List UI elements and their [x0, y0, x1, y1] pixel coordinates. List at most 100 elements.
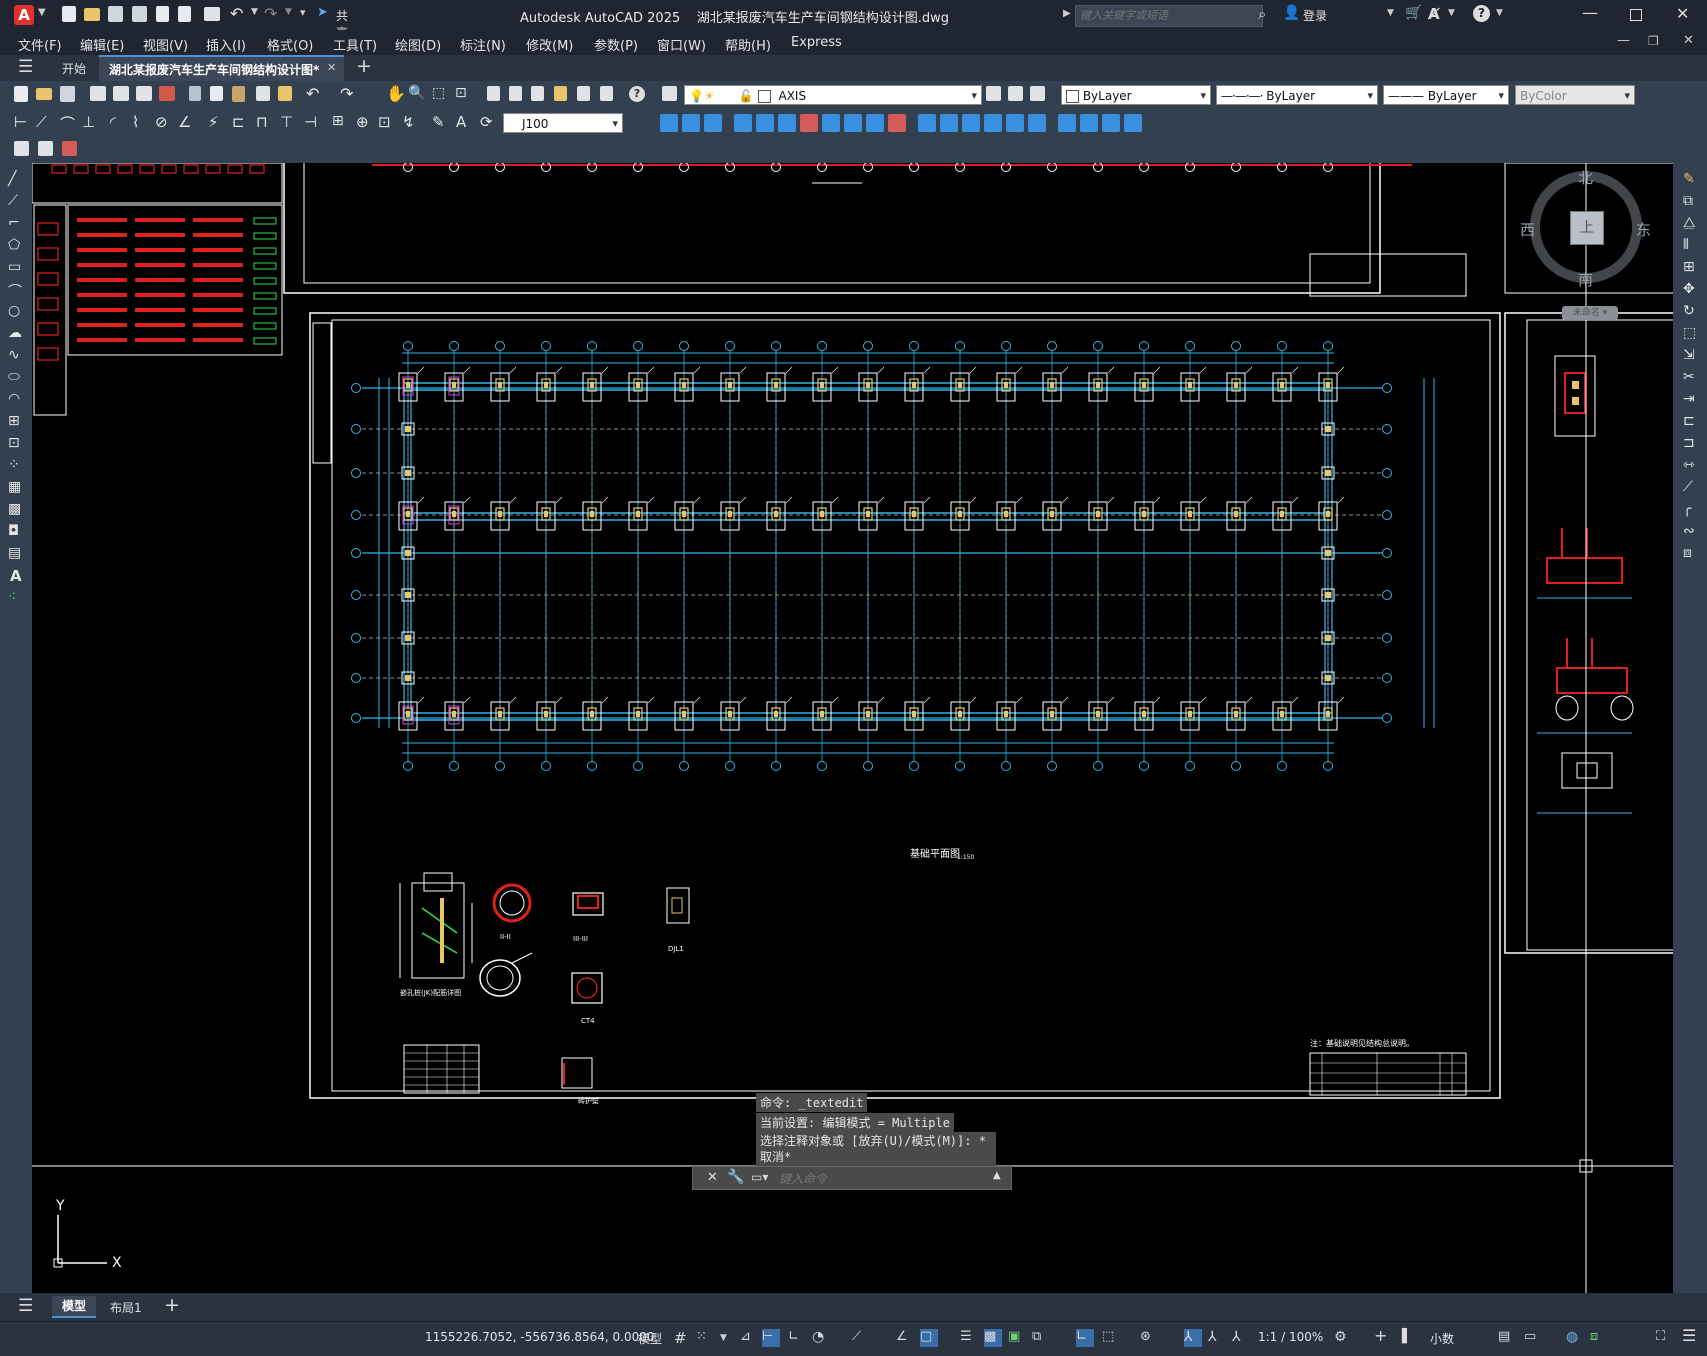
- copy-object-icon[interactable]: ⧉: [1683, 193, 1693, 209]
- help-icon[interactable]: ?: [1473, 5, 1490, 22]
- markup-icon[interactable]: [577, 86, 590, 101]
- customization-icon[interactable]: ☰: [1682, 1326, 1700, 1345]
- intersect-icon[interactable]: [1028, 114, 1046, 132]
- hardware-acceleration-icon[interactable]: ⧈: [1590, 1329, 1608, 1347]
- tab-document[interactable]: 湖北某报废汽车生产车间钢结构设计图* ✕: [99, 55, 344, 81]
- external-refs-icon[interactable]: [62, 141, 77, 156]
- plot-icon[interactable]: [90, 86, 106, 101]
- gradient-icon[interactable]: ▩: [8, 501, 21, 517]
- join-icon[interactable]: ⇿: [1683, 457, 1695, 473]
- tab-close-icon[interactable]: ✕: [327, 61, 336, 74]
- print-icon[interactable]: [204, 7, 220, 21]
- menu-draw[interactable]: 绘图(D): [395, 35, 441, 54]
- search-icon[interactable]: ⌕: [1258, 5, 1266, 23]
- ellipse-icon[interactable]: ⬭: [8, 369, 20, 385]
- properties-icon[interactable]: [487, 86, 500, 101]
- revision-cloud-icon[interactable]: ☁: [8, 325, 22, 341]
- dim-break-icon[interactable]: ⊣: [304, 113, 317, 131]
- redo-toolbar-icon[interactable]: ↷: [340, 84, 353, 103]
- help-toolbar-icon[interactable]: ?: [629, 86, 645, 102]
- object-snap-icon[interactable]: ▢: [920, 1329, 938, 1347]
- annotation-scale-icon[interactable]: ⅄: [1232, 1329, 1250, 1347]
- box-icon[interactable]: [660, 114, 678, 132]
- layer-properties-icon[interactable]: [662, 86, 677, 101]
- 3d-osnap-icon[interactable]: ⧉: [1032, 1329, 1050, 1347]
- sheet-set-icon[interactable]: [554, 86, 567, 101]
- ucs-dynamic-icon[interactable]: ∟: [1076, 1329, 1094, 1347]
- plot-preview-toolbar-icon[interactable]: [113, 86, 129, 101]
- cylinder-icon[interactable]: [756, 114, 774, 132]
- tab-layout1[interactable]: 布局1: [110, 1299, 142, 1316]
- region-icon[interactable]: ◘: [8, 523, 19, 539]
- inspection-icon[interactable]: ⊡: [378, 113, 391, 131]
- menu-view[interactable]: 视图(V): [143, 35, 188, 54]
- new-tab-icon[interactable]: +: [356, 55, 372, 77]
- make-block-icon[interactable]: ⊡: [8, 435, 20, 451]
- plot-preview-icon[interactable]: [178, 6, 191, 22]
- trim-icon[interactable]: ✂: [1683, 369, 1695, 385]
- save-as-icon[interactable]: [132, 6, 147, 22]
- menu-parametric[interactable]: 参数(P): [594, 35, 638, 54]
- gizmo-icon[interactable]: ⊛: [1140, 1329, 1158, 1347]
- 3d-rotate-icon[interactable]: [1080, 114, 1098, 132]
- loft-icon[interactable]: [962, 114, 980, 132]
- make-current-layer-icon[interactable]: [986, 86, 1001, 101]
- dim-edit-icon[interactable]: ✎: [432, 113, 445, 131]
- calculator-icon[interactable]: [600, 86, 613, 101]
- layer-previous-icon[interactable]: [1008, 86, 1023, 101]
- ortho-icon[interactable]: ∟: [788, 1329, 806, 1347]
- plotstyle-dropdown[interactable]: ByColor: [1515, 85, 1635, 106]
- sphere-icon[interactable]: [734, 114, 752, 132]
- tool-palettes-icon[interactable]: [531, 86, 544, 101]
- doc-close-icon[interactable]: ✕: [1683, 33, 1694, 48]
- torus-icon[interactable]: [778, 114, 796, 132]
- lineweight-dropdown[interactable]: ——— ByLayer: [1383, 85, 1509, 106]
- autodesk-a360-icon[interactable]: Ⱥ: [1428, 5, 1440, 23]
- tab-start[interactable]: 开始: [62, 60, 86, 77]
- subtract-icon[interactable]: [1006, 114, 1024, 132]
- chevron-right-icon[interactable]: ▶: [1063, 8, 1071, 19]
- undo-toolbar-icon[interactable]: ↶: [306, 84, 319, 103]
- chevron-down-icon[interactable]: ▼: [38, 7, 46, 18]
- mirror-icon[interactable]: ⧋: [1683, 215, 1696, 231]
- snap-icon[interactable]: ⁙: [696, 1329, 714, 1347]
- zoom-realtime-icon[interactable]: 🔍: [408, 85, 425, 101]
- fillet-icon[interactable]: ╭: [1683, 501, 1691, 517]
- match-properties-icon[interactable]: [256, 86, 270, 101]
- dim-space-icon[interactable]: ⊤: [280, 113, 293, 131]
- add-layout-icon[interactable]: +: [164, 1294, 180, 1316]
- snap-dropdown-icon[interactable]: ▼: [720, 1333, 738, 1351]
- presspull-icon[interactable]: [888, 114, 906, 132]
- lock-ui-icon[interactable]: ▭: [1524, 1329, 1542, 1347]
- dim-text-edit-icon[interactable]: A: [456, 113, 466, 131]
- new-file-icon[interactable]: [62, 6, 76, 22]
- open-icon[interactable]: [36, 88, 52, 100]
- command-input[interactable]: [777, 1169, 986, 1189]
- zoom-window-icon[interactable]: ⬚: [432, 85, 445, 101]
- open-folder-icon[interactable]: [84, 8, 100, 21]
- arc-icon[interactable]: ⌒: [8, 281, 22, 301]
- insert-block-icon[interactable]: ⊞: [8, 413, 20, 429]
- break-at-point-icon[interactable]: ⊏: [1683, 413, 1695, 429]
- menu-window[interactable]: 窗口(W): [657, 35, 706, 54]
- infer-constraints-icon[interactable]: ⊿: [740, 1329, 758, 1347]
- compass-east[interactable]: 东: [1636, 219, 1651, 240]
- undo-icon[interactable]: ↶: [230, 4, 243, 23]
- command-customize-icon[interactable]: 🔧: [727, 1169, 744, 1185]
- redo-dropdown-icon[interactable]: ▼: [285, 7, 292, 17]
- wedge-icon[interactable]: [682, 114, 700, 132]
- grid-icon[interactable]: #: [674, 1329, 692, 1347]
- union-icon[interactable]: [984, 114, 1002, 132]
- move-icon[interactable]: ✥: [1683, 281, 1695, 297]
- dim-jogged-icon[interactable]: ⌇: [132, 113, 139, 131]
- erase-icon[interactable]: ✎: [1683, 171, 1695, 187]
- offset-icon[interactable]: ⫴: [1683, 237, 1689, 253]
- doc-minimize-icon[interactable]: —: [1617, 33, 1630, 48]
- mtext-icon[interactable]: A: [10, 567, 22, 585]
- coordinates-readout[interactable]: 1155226.7052, -556736.8564, 0.0000: [425, 1330, 655, 1344]
- quick-properties-icon[interactable]: ▤: [1498, 1329, 1516, 1347]
- publish-icon[interactable]: [156, 6, 169, 22]
- sweep-icon[interactable]: [918, 114, 936, 132]
- jogged-linear-icon[interactable]: ↯: [402, 113, 415, 131]
- dim-arc-icon[interactable]: ⌒: [60, 113, 75, 134]
